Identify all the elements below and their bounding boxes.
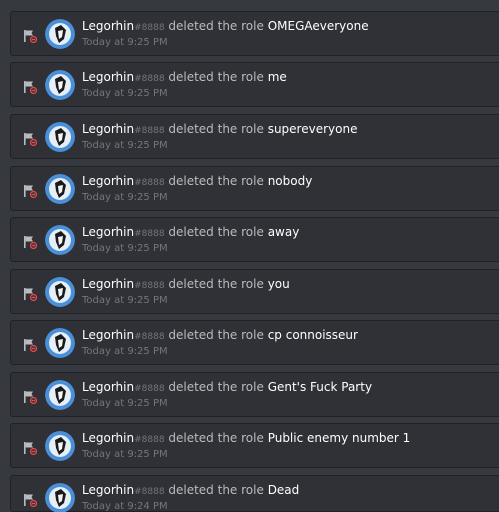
user-avatar[interactable] — [45, 225, 75, 255]
audit-log-entry[interactable]: Legorhin#8888 deleted the role Dead Toda… — [10, 475, 499, 512]
discriminator: #8888 — [134, 178, 165, 188]
user-avatar[interactable] — [45, 19, 75, 49]
username[interactable]: Legorhin — [82, 174, 134, 188]
action-text: deleted the role — [168, 70, 264, 84]
username[interactable]: Legorhin — [82, 380, 134, 394]
username[interactable]: Legorhin — [82, 19, 134, 33]
timestamp: Today at 9:25 PM — [82, 243, 168, 254]
action-text: deleted the role — [168, 483, 264, 497]
audit-log-entry[interactable]: Legorhin#8888 deleted the role OMEGAever… — [10, 11, 499, 56]
discriminator: #8888 — [134, 281, 165, 291]
timestamp: Today at 9:25 PM — [82, 140, 168, 151]
action-text: deleted the role — [168, 277, 264, 291]
role-delete-flag-icon — [24, 133, 37, 146]
username[interactable]: Legorhin — [82, 328, 134, 342]
audit-log-entry[interactable]: Legorhin#8888 deleted the role me Today … — [10, 62, 499, 107]
entry-text: Legorhin#8888 deleted the role you — [82, 277, 290, 294]
discriminator: #8888 — [134, 74, 165, 84]
role-delete-flag-icon — [24, 185, 37, 198]
discriminator: #8888 — [134, 487, 165, 497]
entry-text: Legorhin#8888 deleted the role Gent's Fu… — [82, 380, 372, 397]
action-text: deleted the role — [168, 122, 264, 136]
role-delete-flag-icon — [24, 81, 37, 94]
audit-log-entry[interactable]: Legorhin#8888 deleted the role nobody To… — [10, 166, 499, 211]
action-text: deleted the role — [168, 19, 264, 33]
entry-text: Legorhin#8888 deleted the role OMEGAever… — [82, 19, 369, 36]
audit-log-entry[interactable]: Legorhin#8888 deleted the role cp connoi… — [10, 320, 499, 365]
role-delete-flag-icon — [24, 30, 37, 43]
timestamp: Today at 9:25 PM — [82, 88, 168, 99]
timestamp: Today at 9:25 PM — [82, 398, 168, 409]
audit-log-list: Legorhin#8888 deleted the role OMEGAever… — [0, 0, 499, 512]
role-delete-flag-icon — [24, 391, 37, 404]
role-name: cp connoisseur — [267, 328, 358, 342]
role-name: Gent's Fuck Party — [267, 380, 373, 394]
audit-log-entry[interactable]: Legorhin#8888 deleted the role you Today… — [10, 269, 499, 314]
user-avatar[interactable] — [45, 431, 75, 461]
timestamp: Today at 9:25 PM — [82, 37, 168, 48]
user-avatar[interactable] — [45, 174, 75, 204]
role-name: you — [267, 277, 290, 291]
entry-text: Legorhin#8888 deleted the role superever… — [82, 122, 357, 139]
timestamp: Today at 9:24 PM — [82, 501, 168, 512]
action-text: deleted the role — [168, 174, 264, 188]
action-text: deleted the role — [168, 225, 264, 239]
audit-log-entry[interactable]: Legorhin#8888 deleted the role away Toda… — [10, 217, 499, 262]
entry-text: Legorhin#8888 deleted the role nobody — [82, 174, 312, 191]
timestamp: Today at 9:25 PM — [82, 192, 168, 203]
discriminator: #8888 — [134, 384, 165, 394]
entry-text: Legorhin#8888 deleted the role Public en… — [82, 431, 410, 448]
role-name: Dead — [267, 483, 300, 497]
discriminator: #8888 — [134, 23, 165, 33]
username[interactable]: Legorhin — [82, 431, 134, 445]
action-text: deleted the role — [168, 328, 264, 342]
entry-text: Legorhin#8888 deleted the role away — [82, 225, 299, 242]
username[interactable]: Legorhin — [82, 70, 134, 84]
username[interactable]: Legorhin — [82, 277, 134, 291]
user-avatar[interactable] — [45, 70, 75, 100]
entry-text: Legorhin#8888 deleted the role cp connoi… — [82, 328, 358, 345]
audit-log-entry[interactable]: Legorhin#8888 deleted the role Gent's Fu… — [10, 372, 499, 417]
username[interactable]: Legorhin — [82, 225, 134, 239]
role-delete-flag-icon — [24, 442, 37, 455]
role-delete-flag-icon — [24, 236, 37, 249]
role-delete-flag-icon — [24, 339, 37, 352]
discriminator: #8888 — [134, 332, 165, 342]
role-delete-flag-icon — [24, 494, 37, 507]
action-text: deleted the role — [168, 380, 264, 394]
role-name: me — [267, 70, 287, 84]
audit-log-entry[interactable]: Legorhin#8888 deleted the role superever… — [10, 114, 499, 159]
role-name: supereveryone — [267, 122, 358, 136]
audit-log-entry[interactable]: Legorhin#8888 deleted the role Public en… — [10, 423, 499, 468]
timestamp: Today at 9:25 PM — [82, 295, 168, 306]
action-text: deleted the role — [168, 431, 264, 445]
timestamp: Today at 9:25 PM — [82, 449, 168, 460]
discriminator: #8888 — [134, 126, 165, 136]
user-avatar[interactable] — [45, 328, 75, 358]
discriminator: #8888 — [134, 229, 165, 239]
role-delete-flag-icon — [24, 288, 37, 301]
user-avatar[interactable] — [45, 483, 75, 512]
role-name: nobody — [267, 174, 313, 188]
entry-text: Legorhin#8888 deleted the role me — [82, 70, 287, 87]
role-name: Public enemy number 1 — [267, 431, 411, 445]
username[interactable]: Legorhin — [82, 483, 134, 497]
role-name: OMEGAeveryone — [267, 19, 369, 33]
timestamp: Today at 9:25 PM — [82, 346, 168, 357]
user-avatar[interactable] — [45, 277, 75, 307]
user-avatar[interactable] — [45, 122, 75, 152]
entry-text: Legorhin#8888 deleted the role Dead — [82, 483, 299, 500]
user-avatar[interactable] — [45, 380, 75, 410]
discriminator: #8888 — [134, 435, 165, 445]
username[interactable]: Legorhin — [82, 122, 134, 136]
role-name: away — [267, 225, 300, 239]
